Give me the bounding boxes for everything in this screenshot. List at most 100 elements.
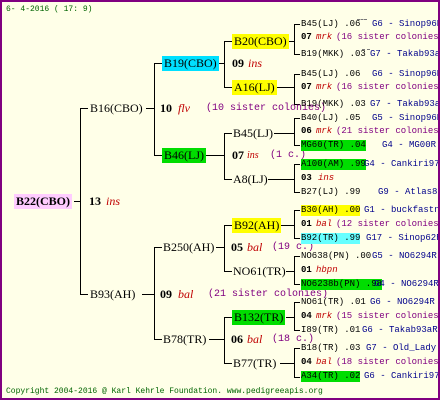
connector [142,294,155,295]
connector [154,63,155,156]
gen4-a1-note: (16 sister colonies) [336,32,440,42]
gen3-c2-queen[interactable]: NO61(TR) [233,264,286,279]
gen2-c-year: 05 [231,240,243,254]
gen4-c1a-queen[interactable]: B30(AH) .00 [301,205,361,216]
connector [294,164,295,192]
gen4-c2a-line: G5 - NO6294R [372,251,437,261]
gen4-c1-note: (12 sister colonies) [336,219,440,229]
gen4-a2-suffix: mrk [316,82,333,92]
gen3-b1-suffix: ins [247,150,259,161]
gen2-c-queen[interactable]: B250(AH) [163,240,214,255]
gen4-a1a-line: G6 - Sinop96R [372,19,440,29]
gen4-d1a-line: G6 - NO6294R [370,297,435,307]
connector [274,133,295,134]
gen3-a1-suffix: ins [248,56,263,70]
connector [154,339,162,340]
connector [224,41,232,42]
gen2-c-suffix: bal [247,240,263,254]
gen4-c1-suffix: bal [316,219,333,229]
root-queen[interactable]: B22(CBO) [14,194,72,209]
connector [280,225,295,226]
gen4-b1b-line: G4 - MG00R [382,140,437,150]
connector [224,133,225,179]
gen4-d2a-line: G7 - Old_Lady [366,343,437,353]
gen4-a1a-queen[interactable]: B45(LJ) .06 [301,19,360,30]
date-stamp: 6- 4-2016 ( 17: 9) [6,5,93,14]
gen1-bottom-queen[interactable]: B93(AH) [90,287,135,302]
gen3-a1-year: 09 [232,56,244,70]
copyright: Copyright 2004-2016 @ Karl Kehrle Founda… [6,387,323,396]
connector [224,363,232,364]
gen4-b1-suffix: mrk [316,126,333,136]
gen1-top-queen[interactable]: B16(CBO) [90,101,143,116]
gen4-d1b-line: G6 - Takab93aR [362,325,438,335]
gen4-a1b-queen[interactable]: B19(MKK) .03 [301,49,366,60]
connector [224,317,232,318]
gen4-d2b-queen[interactable]: A34(TR) .02 [301,371,361,382]
gen4-a1b-line: G7 - Takab93aR [370,49,440,59]
gen4-c1b-queen[interactable]: B92(TR) .99 [301,233,361,244]
gen4-b1a-queen[interactable]: B40(LJ) .05 [301,113,360,124]
gen4-b2-suffix: ins [318,173,335,183]
connector [146,108,155,109]
gen4-d1-note: (15 sister colonies) [336,311,440,321]
connector [209,339,225,340]
gen4-b1b-queen[interactable]: MG60(TR) .04 [301,140,366,151]
gen4-c2-suffix: hbpn [316,265,338,275]
gen4-a1-suffix: mrk [316,32,333,42]
connector [224,41,225,87]
connector [216,247,225,248]
connector [294,377,300,378]
connector [294,238,300,239]
gen1-top-suffix: flv [178,101,190,115]
gen1-bottom-suffix: bal [178,287,194,301]
pedigree-frame: 6- 4-2016 ( 17: 9) Copyright 2004-2016 @… [0,0,440,400]
gen3-a1-queen[interactable]: B20(CBO) [232,34,289,49]
gen2-a-queen[interactable]: B19(CBO) [162,56,219,71]
connector [224,133,232,134]
gen4-a1-year: 07 [301,32,312,42]
connector [80,108,88,109]
gen4-a2a-queen[interactable]: B45(LJ) .06 [301,69,360,80]
gen4-d2-suffix: bal [316,357,333,367]
connector [294,210,295,238]
gen2-d-suffix: bal [247,332,263,346]
gen1-top-year: 10 [160,101,172,115]
connector [224,271,232,272]
connector [294,302,295,330]
connector [294,24,295,55]
connector [286,271,295,272]
gen3-d1-queen[interactable]: B132(TR) [232,310,286,325]
gen4-d2a-queen[interactable]: B18(TR) .03 [301,343,360,354]
gen4-d2-note: (18 sister colonies) [336,357,440,367]
gen2-d-queen[interactable]: B78(TR) [163,332,206,347]
gen4-d1b-queen[interactable]: I89(TR) .01 [301,325,360,336]
gen3-b1-queen[interactable]: B45(LJ) [233,126,273,141]
gen4-b1a-line: G5 - Sinop96R [372,113,440,123]
connector [154,63,162,64]
gen4-b1-year: 06 [301,126,312,136]
root-suffix: ins [106,194,121,208]
gen4-d2-year: 04 [301,357,312,367]
gen4-a2-year: 07 [301,82,312,92]
gen4-c1a-line: G1 - buckfastno [364,205,440,215]
gen4-a2b-line: G7 - Takab93aR [370,99,440,109]
gen3-d2-queen[interactable]: B77(TR) [233,356,276,371]
connector [80,294,88,295]
gen4-c2b-queen[interactable]: NO6238b(PN) .98 [301,279,383,290]
gen4-b2b-line: G9 - Atlas85R [378,187,438,197]
connector [276,87,295,88]
gen4-d1-suffix: mrk [316,311,333,321]
gen4-b2a-queen[interactable]: A100(AM) .99 [301,159,366,170]
gen3-b2-queen[interactable]: A8(LJ) [233,172,268,187]
connector [294,256,300,257]
gen2-b-queen[interactable]: B46(LJ) [162,148,206,163]
connector [294,118,300,119]
connector [294,284,300,285]
gen4-a2b-queen[interactable]: B19(MKK) .03 [301,99,366,110]
gen4-b2b-queen[interactable]: B27(LJ) .99 [301,187,360,198]
gen3-c1-queen[interactable]: B92(AH) [232,218,282,233]
gen4-d1a-queen[interactable]: NO61(TR) .01 [301,297,366,308]
gen3-a2-queen[interactable]: A16(LJ) [232,80,277,95]
gen4-c2a-queen[interactable]: NO638(PN) .00 [301,251,371,262]
